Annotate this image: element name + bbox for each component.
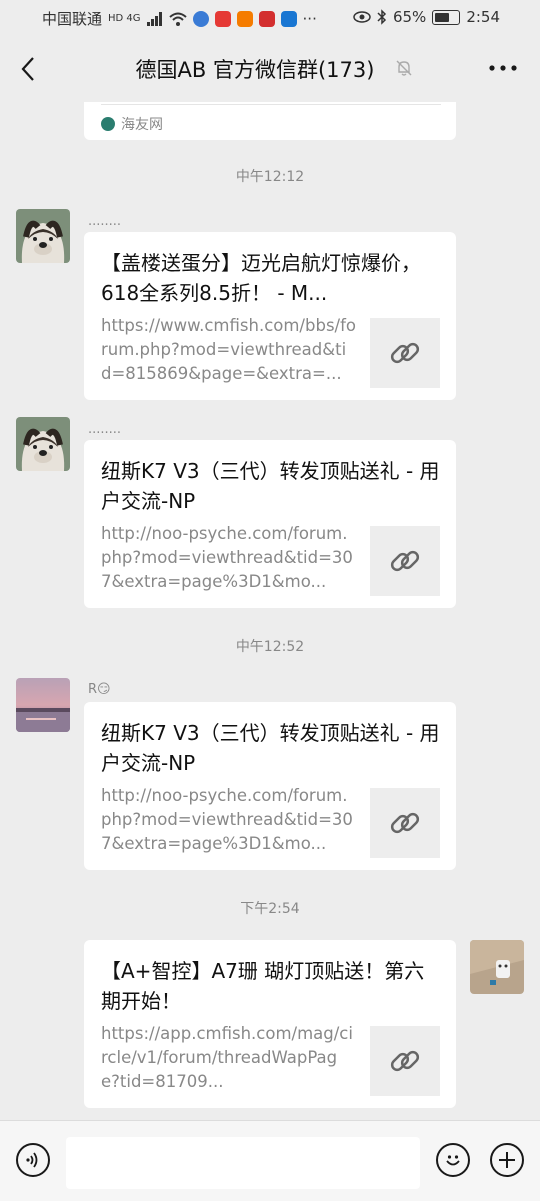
- sunset-avatar-image: [16, 678, 70, 732]
- plus-icon: [499, 1152, 515, 1168]
- voice-icon: [26, 1152, 38, 1168]
- link-source: 海友网: [101, 114, 163, 134]
- app-notification-icon: [214, 10, 231, 27]
- link-icon: [390, 812, 420, 834]
- more-notifications-icon: ···: [302, 9, 317, 28]
- link-card[interactable]: 纽斯K7 V3（三代）转发顶贴送礼 - 用户交流-NP http://noo-p…: [84, 440, 456, 608]
- chat-header: 德国AB 官方微信群(173): [0, 36, 540, 102]
- husky-avatar-image: [16, 209, 70, 263]
- link-thumbnail: [370, 318, 440, 388]
- sender-nickname: ........: [88, 422, 122, 437]
- message-input[interactable]: [66, 1137, 420, 1189]
- app-notification-icon: [236, 10, 253, 27]
- bluetooth-icon: [377, 9, 387, 25]
- clock: 2:54: [466, 8, 500, 26]
- link-card-url: http://noo-psyche.com/forum.php?mod=view…: [101, 524, 353, 591]
- smiley-icon: [446, 1155, 460, 1166]
- link-card-url: https://app.cmfish.com/mag/circle/v1/for…: [101, 1024, 353, 1091]
- link-card-partial[interactable]: 海友网: [84, 102, 456, 140]
- link-card[interactable]: 纽斯K7 V3（三代）转发顶贴送礼 - 用户交流-NP http://noo-p…: [84, 702, 456, 870]
- battery-percent: 65%: [392, 8, 427, 26]
- link-icon: [390, 550, 420, 572]
- timestamp: 中午12:52: [235, 639, 305, 655]
- link-card-title: 【盖楼送蛋分】迈光启航灯惊爆价，618全系列8.5折！ - M...: [101, 251, 421, 305]
- chat-input-bar: [0, 1120, 540, 1201]
- chat-message-list[interactable]: 海友网 中午12:12 ........ 【盖楼送蛋分】迈光启航灯惊爆价，618…: [0, 102, 540, 1120]
- link-card-url: https://www.cmfish.com/bbs/forum.php?mod…: [101, 316, 357, 383]
- source-logo-icon: [101, 117, 115, 131]
- app-notification-icon: [192, 10, 209, 27]
- timestamp: 中午12:12: [235, 169, 305, 185]
- photo-avatar-image: [470, 940, 524, 994]
- sender-nickname: ........: [88, 214, 122, 229]
- battery-icon: [432, 9, 461, 25]
- timestamp: 下午2:54: [240, 901, 300, 917]
- husky-avatar-image: [16, 417, 70, 471]
- link-card[interactable]: 【A+智控】A7珊 瑚灯顶贴送！第六期开始！ https://app.cmfis…: [84, 940, 456, 1108]
- wifi-icon: [168, 12, 187, 26]
- sender-nickname: R😏: [88, 682, 111, 697]
- link-card-url: http://noo-psyche.com/forum.php?mod=view…: [101, 786, 353, 853]
- signal-icon: [146, 11, 162, 26]
- link-thumbnail: [370, 1026, 440, 1096]
- network-badges: HD 4G: [108, 13, 141, 24]
- link-thumbnail: [370, 526, 440, 596]
- avatar[interactable]: [16, 678, 70, 732]
- status-bar: 中国联通 HD 4G ··· 65% 2:54: [0, 0, 540, 36]
- avatar[interactable]: [16, 209, 70, 263]
- more-actions-button[interactable]: [490, 1143, 524, 1177]
- app-notification-icon: [258, 10, 275, 27]
- mute-bell-icon: [394, 58, 414, 78]
- chat-title-wrap: 德国AB 官方微信群(173): [0, 54, 540, 84]
- link-card[interactable]: 【盖楼送蛋分】迈光启航灯惊爆价，618全系列8.5折！ - M... https…: [84, 232, 456, 400]
- divider: [101, 104, 441, 105]
- link-card-title: 【A+智控】A7珊 瑚灯顶贴送！第六期开始！: [101, 959, 425, 1013]
- my-avatar[interactable]: [470, 940, 524, 994]
- app-notification-icon: [280, 10, 297, 27]
- carrier-label: 中国联通: [42, 10, 103, 28]
- link-icon: [390, 1050, 420, 1072]
- eye-icon: [353, 11, 371, 23]
- link-source-name: 海友网: [121, 117, 163, 133]
- link-icon: [390, 342, 420, 364]
- voice-input-button[interactable]: [16, 1143, 50, 1177]
- status-left: 中国联通 HD 4G ···: [42, 8, 317, 29]
- emoji-button[interactable]: [436, 1143, 470, 1177]
- link-thumbnail: [370, 788, 440, 858]
- chat-title: 德国AB 官方微信群(173): [135, 58, 375, 82]
- link-card-title: 纽斯K7 V3（三代）转发顶贴送礼 - 用户交流-NP: [101, 721, 440, 775]
- link-card-title: 纽斯K7 V3（三代）转发顶贴送礼 - 用户交流-NP: [101, 459, 440, 513]
- more-options-button[interactable]: [488, 58, 518, 78]
- avatar[interactable]: [16, 417, 70, 471]
- status-right: 65% 2:54: [353, 8, 500, 26]
- ellipsis-icon: [489, 65, 517, 71]
